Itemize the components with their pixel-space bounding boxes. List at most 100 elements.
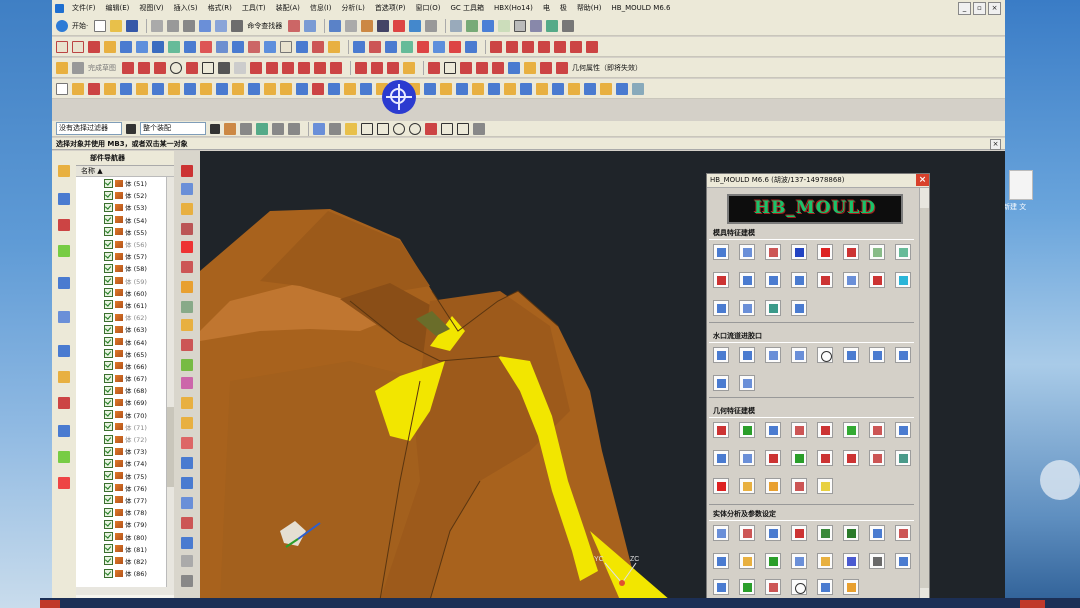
visibility-checkbox[interactable]: [104, 215, 113, 225]
extrude-icon[interactable]: [104, 40, 116, 53]
box-select-icon[interactable]: [444, 61, 456, 74]
list-item[interactable]: 体 (51): [76, 177, 166, 189]
geometry-tool-icon[interactable]: [869, 422, 885, 438]
pocket-icon[interactable]: [168, 40, 180, 53]
visibility-checkbox[interactable]: [104, 507, 113, 517]
list-item[interactable]: 体 (69): [76, 396, 166, 408]
geometry-tool-icon[interactable]: [713, 450, 729, 466]
visibility-checkbox[interactable]: [104, 544, 113, 554]
line-icon[interactable]: [138, 61, 150, 74]
hourglass-icon[interactable]: [843, 579, 859, 595]
resource-history-icon[interactable]: [58, 311, 70, 323]
restore-button[interactable]: ▫: [973, 2, 986, 15]
eraser-icon[interactable]: [288, 19, 301, 32]
red-gem-icon[interactable]: [181, 241, 193, 253]
list-item[interactable]: 体 (67): [76, 372, 166, 384]
list-item[interactable]: 体 (61): [76, 299, 166, 311]
orient-icon[interactable]: [546, 19, 559, 32]
list-item[interactable]: 体 (86): [76, 567, 166, 579]
menu-hbx[interactable]: HBX(Ho14): [489, 4, 538, 12]
visibility-checkbox[interactable]: [104, 410, 113, 420]
select-all-icon[interactable]: [224, 122, 236, 135]
resource-system-icon[interactable]: [58, 425, 70, 437]
analysis-tool-icon[interactable]: [739, 579, 755, 595]
analysis-tool-icon[interactable]: [791, 579, 807, 595]
point-icon[interactable]: [218, 61, 230, 74]
swept-icon[interactable]: [456, 82, 468, 95]
isoparametric-icon[interactable]: [556, 61, 568, 74]
cut-icon[interactable]: [151, 19, 164, 32]
menu-help[interactable]: 帮助(H): [572, 3, 607, 13]
chevron-down-icon[interactable]: [126, 123, 136, 134]
remove-params-icon[interactable]: [181, 397, 193, 409]
tube-sweep-icon[interactable]: [616, 82, 628, 95]
chamfer-icon[interactable]: [264, 40, 276, 53]
resource-role-icon[interactable]: [58, 371, 70, 383]
midsurface-icon[interactable]: [552, 82, 564, 95]
move-icon[interactable]: [530, 19, 543, 32]
geometry-tool-icon[interactable]: [817, 450, 833, 466]
wireframe-icon[interactable]: [632, 82, 644, 95]
analysis-tool-icon[interactable]: [869, 553, 885, 569]
mould-tool-icon[interactable]: [765, 272, 781, 288]
mould-tool-icon[interactable]: [713, 300, 729, 316]
visibility-checkbox[interactable]: [104, 471, 113, 481]
geometry-tool-icon[interactable]: [791, 478, 807, 494]
new-file-icon[interactable]: [94, 19, 107, 32]
geometry-tool-icon[interactable]: [895, 450, 911, 466]
analysis-tool-icon[interactable]: [739, 553, 755, 569]
mould-tool-icon[interactable]: [869, 244, 885, 260]
transform-icon[interactable]: [181, 537, 193, 549]
list-item[interactable]: 体 (72): [76, 433, 166, 445]
menu-edit[interactable]: 编辑(E): [101, 3, 135, 13]
helix-icon[interactable]: [538, 40, 550, 53]
runner-tool-icon[interactable]: [739, 347, 755, 363]
menu-electrode[interactable]: 电: [538, 3, 555, 13]
spline-icon[interactable]: [522, 40, 534, 53]
quick-trim-icon[interactable]: [355, 61, 367, 74]
geometry-tool-icon[interactable]: [791, 450, 807, 466]
sew-icon[interactable]: [184, 82, 196, 95]
panel-titlebar[interactable]: HB_MOULD M6.6 (胡波/137-14978868) ×: [707, 174, 929, 188]
mid-point-icon[interactable]: [361, 122, 373, 135]
snap-point-icon[interactable]: [329, 122, 341, 135]
list-item[interactable]: 体 (54): [76, 214, 166, 226]
list-item[interactable]: 体 (53): [76, 201, 166, 213]
menu-format[interactable]: 格式(R): [203, 3, 237, 13]
move-feature-icon[interactable]: [181, 339, 193, 351]
geometry-tool-icon[interactable]: [869, 450, 885, 466]
start-button[interactable]: 开始·: [72, 21, 88, 31]
visibility-checkbox[interactable]: [104, 288, 113, 298]
zoom-icon[interactable]: [562, 19, 575, 32]
visibility-checkbox[interactable]: [104, 458, 113, 468]
deselect-icon[interactable]: [240, 122, 252, 135]
delete-x-icon[interactable]: [713, 478, 729, 494]
close-window-button[interactable]: ×: [988, 2, 1001, 15]
resource-palette-icon[interactable]: [58, 397, 70, 409]
panel-scrollbar[interactable]: [919, 188, 929, 600]
minimize-button[interactable]: _: [958, 2, 971, 15]
edit-sketch-icon[interactable]: [181, 377, 193, 389]
edit-feature-icon[interactable]: [181, 203, 193, 215]
runner-tool-icon[interactable]: [895, 347, 911, 363]
analysis-tool-icon[interactable]: [765, 579, 781, 595]
green-feature-icon[interactable]: [181, 359, 193, 371]
filter-select[interactable]: 没有选择过滤器: [56, 122, 122, 135]
visibility-checkbox[interactable]: [104, 300, 113, 310]
runner-tool-icon[interactable]: [817, 347, 833, 363]
geometry-tool-icon[interactable]: [843, 422, 859, 438]
analysis-tool-icon[interactable]: [713, 525, 729, 541]
thicken-icon[interactable]: [168, 82, 180, 95]
menu-pole[interactable]: 极: [555, 3, 572, 13]
runner-tool-icon[interactable]: [765, 347, 781, 363]
lasso-icon[interactable]: [288, 122, 300, 135]
geometry-tool-icon[interactable]: [817, 422, 833, 438]
mould-tool-icon[interactable]: [817, 244, 833, 260]
list-item[interactable]: 体 (57): [76, 250, 166, 262]
mirror-face-icon[interactable]: [465, 40, 477, 53]
analysis-tool-icon[interactable]: [765, 553, 781, 569]
draft-body-icon[interactable]: [360, 82, 372, 95]
page-icon[interactable]: [56, 82, 68, 95]
arc-sketch-icon[interactable]: [154, 61, 166, 74]
analysis-tool-icon[interactable]: [817, 553, 833, 569]
